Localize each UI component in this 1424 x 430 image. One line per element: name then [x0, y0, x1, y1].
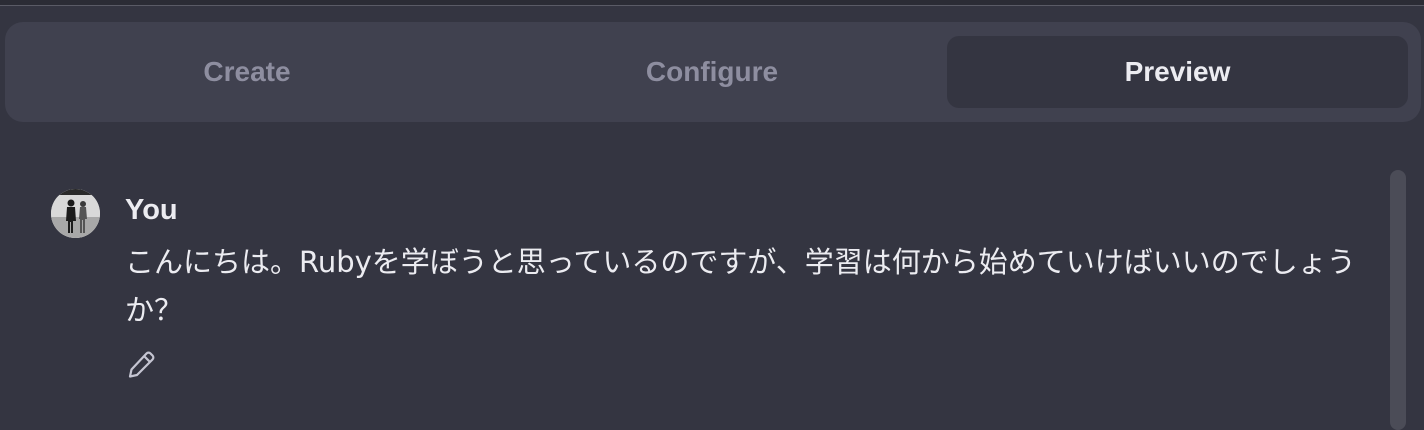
tab-preview[interactable]: Preview — [947, 36, 1408, 108]
scrollbar[interactable] — [1390, 170, 1406, 430]
mode-tab-bar: Create Configure Preview — [5, 22, 1421, 122]
pencil-icon — [128, 351, 155, 378]
message-author: You — [125, 194, 178, 226]
edit-message-button[interactable] — [126, 348, 158, 380]
user-avatar-icon — [51, 189, 100, 238]
user-avatar — [51, 189, 100, 238]
tab-configure[interactable]: Configure — [482, 36, 942, 108]
tab-create[interactable]: Create — [17, 36, 477, 108]
window-top-border — [0, 0, 1424, 6]
message-text: こんにちは。Rubyを学ぼうと思っているのですが、学習は何から始めていけばいいの… — [125, 245, 1356, 327]
